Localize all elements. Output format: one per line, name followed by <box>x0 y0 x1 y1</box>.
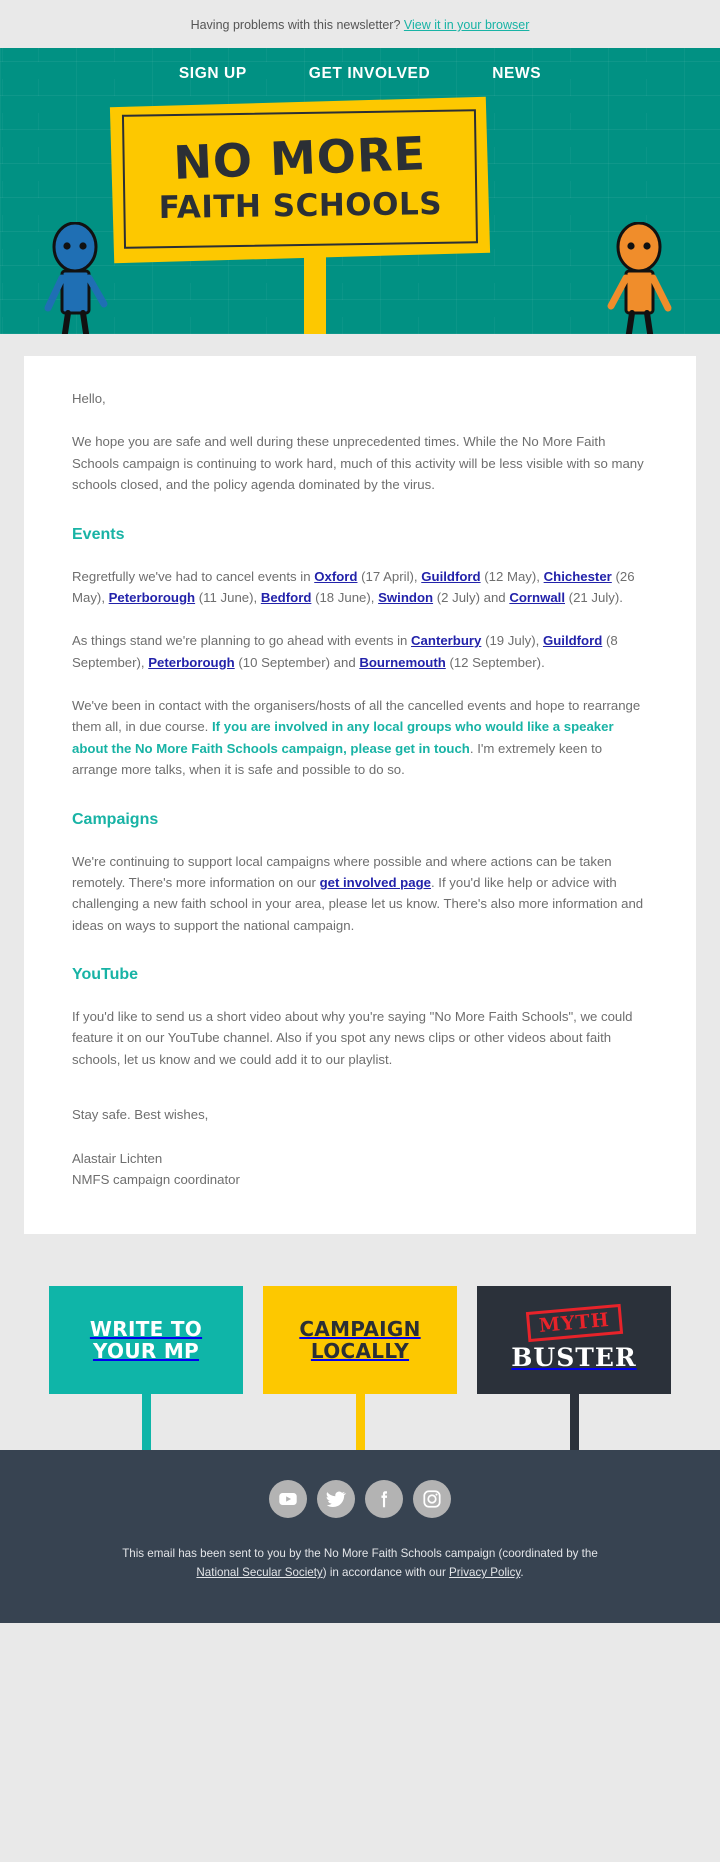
youtube-heading: YouTube <box>72 966 139 983</box>
event-link-chichester[interactable]: Chichester <box>544 569 612 584</box>
placard-board: NO MORE FAITH SCHOOLS <box>109 96 491 264</box>
facebook-icon <box>381 1491 388 1508</box>
campaigns-heading: Campaigns <box>72 810 159 828</box>
event-date-swindon: (2 July) <box>436 589 480 605</box>
hero-banner: SIGN UP GET INVOLVED NEWS NO MORE FAITH … <box>0 48 720 334</box>
sep-5: and <box>479 589 510 605</box>
header-nav: SIGN UP GET INVOLVED NEWS <box>0 48 720 83</box>
upcoming-events-paragraph: As things stand we're planning to go ahe… <box>72 630 648 673</box>
preheader-bar: Having problems with this newsletter? Vi… <box>0 0 720 48</box>
action-card-myth-label: MYTH BUSTER <box>511 1304 637 1373</box>
action-cards-section: WRITE TO YOUR MP CAMPAIGN LOCALLY MYTH B… <box>0 1234 720 1451</box>
social-link-youtube[interactable] <box>269 1480 307 1519</box>
action-card-mp-label: WRITE TO YOUR MP <box>90 1318 202 1363</box>
national-secular-society-link[interactable]: National Secular Society <box>196 1566 322 1579</box>
upcoming-link-guildford[interactable]: Guildford <box>543 633 602 648</box>
action-card-local-label: CAMPAIGN LOCALLY <box>299 1318 420 1363</box>
sep-3: , <box>253 589 261 605</box>
view-in-browser-link[interactable]: View it in your browser <box>404 18 530 32</box>
preheader-text: Having problems with this newsletter? <box>190 18 401 32</box>
stick-figure-blue-icon <box>44 222 108 334</box>
myth-stamp-text: MYTH <box>525 1304 623 1343</box>
nav-item-sign-up[interactable]: SIGN UP <box>179 65 247 83</box>
event-link-guildford[interactable]: Guildford <box>421 569 480 584</box>
protest-placard: NO MORE FAITH SCHOOLS <box>109 96 491 334</box>
buster-text: BUSTER <box>511 1343 637 1373</box>
closing-text: Stay safe. Best wishes, <box>72 1107 209 1123</box>
newsletter-body-card: Hello, We hope you are safe and well dur… <box>24 356 696 1235</box>
signature-block: Alastair Lichten NMFS campaign coordinat… <box>72 1148 648 1191</box>
intro-paragraph: We hope you are safe and well during the… <box>72 434 644 493</box>
youtube-icon <box>279 1493 297 1506</box>
social-link-twitter[interactable] <box>317 1480 355 1519</box>
u-sep-2: and <box>329 654 360 670</box>
youtube-paragraph: If you'd like to send us a short video a… <box>72 1009 633 1067</box>
action-card-myth-buster[interactable]: MYTH BUSTER <box>477 1286 671 1395</box>
event-date-guildford: (12 May) <box>484 568 537 584</box>
signature-name: Alastair Lichten <box>72 1150 163 1166</box>
footer-legal-text: This email has been sent to you by the N… <box>100 1544 620 1582</box>
event-link-cornwall[interactable]: Cornwall <box>509 590 565 605</box>
nav-item-news[interactable]: NEWS <box>492 65 541 83</box>
u-sep-0: , <box>535 633 543 649</box>
placard-pole <box>304 252 326 334</box>
sep-2: , <box>101 589 109 605</box>
get-involved-page-link[interactable]: get involved page <box>320 875 431 890</box>
legal-part-3: . <box>520 1566 524 1580</box>
action-card-local-line1: CAMPAIGN <box>299 1316 421 1341</box>
events-heading: Events <box>72 525 125 543</box>
sep-1: , <box>536 568 544 584</box>
event-date-oxford: (17 April) <box>361 568 414 584</box>
event-link-bedford[interactable]: Bedford <box>261 590 312 605</box>
upcoming-lead: As things stand we're planning to go ahe… <box>72 633 412 649</box>
action-card-write-to-your-mp[interactable]: WRITE TO YOUR MP <box>49 1286 243 1395</box>
event-link-swindon[interactable]: Swindon <box>378 590 433 605</box>
action-card-legs <box>0 1394 720 1451</box>
event-date-cornwall: (21 July) <box>568 589 620 605</box>
leg-local <box>355 1394 365 1451</box>
privacy-policy-link[interactable]: Privacy Policy <box>449 1566 520 1579</box>
cancelled-events-paragraph: Regretfully we've had to cancel events i… <box>72 566 648 609</box>
social-link-instagram[interactable] <box>413 1480 451 1519</box>
upcoming-date-canterbury: (19 July) <box>485 633 536 649</box>
placard-line-1: NO MORE <box>172 126 427 191</box>
upcoming-date-bournemouth: (12 September) <box>449 654 542 670</box>
event-date-bedford: (18 June) <box>315 589 371 605</box>
action-card-mp-line1: WRITE TO <box>89 1316 203 1341</box>
upcoming-link-bournemouth[interactable]: Bournemouth <box>359 655 445 670</box>
leg-myth <box>569 1394 579 1451</box>
placard-line-2: FAITH SCHOOLS <box>158 185 443 226</box>
event-link-peterborough[interactable]: Peterborough <box>109 590 195 605</box>
leg-mp <box>141 1394 151 1451</box>
cancelled-lead: Regretfully we've had to cancel events i… <box>72 568 315 584</box>
upcoming-link-canterbury[interactable]: Canterbury <box>411 633 481 648</box>
event-link-oxford[interactable]: Oxford <box>314 569 357 584</box>
action-card-mp-line2: YOUR MP <box>92 1339 200 1364</box>
footer: This email has been sent to you by the N… <box>0 1450 720 1623</box>
nav-item-get-involved[interactable]: GET INVOLVED <box>309 65 430 83</box>
sep-6: . <box>619 589 623 605</box>
legal-part-1: This email has been sent to you by the N… <box>122 1547 598 1561</box>
campaigns-paragraph: We're continuing to support local campai… <box>72 851 648 937</box>
action-card-local-line2: LOCALLY <box>310 1339 410 1364</box>
upcoming-link-peterborough[interactable]: Peterborough <box>148 655 234 670</box>
speakers-paragraph: We've been in contact with the organiser… <box>72 695 648 781</box>
signature-role: NMFS campaign coordinator <box>72 1171 240 1187</box>
stick-figure-orange-icon <box>607 222 672 334</box>
sep-4: , <box>370 589 379 605</box>
event-date-peterborough: (11 June) <box>198 589 254 605</box>
social-links <box>0 1480 720 1519</box>
twitter-icon <box>326 1491 347 1508</box>
upcoming-date-peterborough: (10 September) <box>238 654 330 670</box>
greeting-text: Hello, <box>72 391 106 406</box>
action-card-campaign-locally[interactable]: CAMPAIGN LOCALLY <box>263 1286 457 1395</box>
legal-part-2: ) in accordance with our <box>322 1566 450 1580</box>
instagram-icon <box>423 1490 441 1508</box>
social-link-facebook[interactable] <box>365 1480 403 1519</box>
u-sep-3: . <box>541 654 545 670</box>
